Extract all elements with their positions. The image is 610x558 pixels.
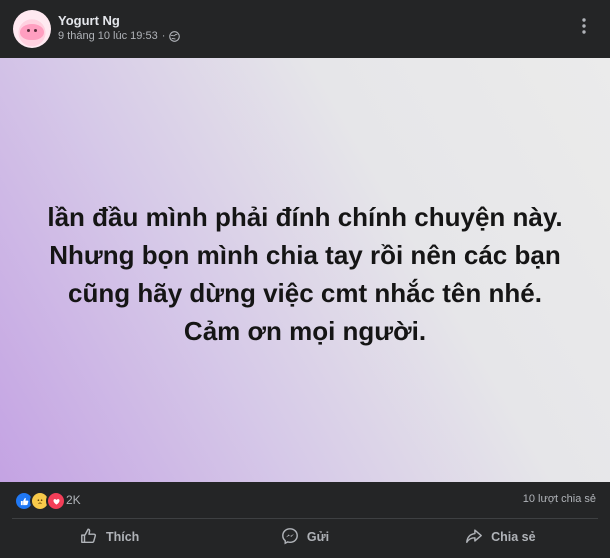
- post-header: Yogurt Ng 9 tháng 10 lúc 19:53 ·: [0, 0, 610, 58]
- send-label: Gửi: [306, 530, 330, 544]
- avatar[interactable]: [13, 10, 51, 48]
- globe-icon[interactable]: [169, 30, 181, 42]
- post-content[interactable]: lần đầu mình phải đính chính chuyện này.…: [0, 58, 610, 482]
- share-label: Chia sẻ: [491, 530, 536, 544]
- love-icon: [46, 491, 66, 511]
- reaction-icons[interactable]: [14, 491, 66, 511]
- reaction-count[interactable]: 2K: [66, 493, 81, 507]
- share-icon: [465, 527, 483, 548]
- like-button[interactable]: Thích: [12, 519, 207, 555]
- like-label: Thích: [105, 530, 140, 544]
- post-actions: Thích Gửi Chia sẻ: [12, 519, 598, 555]
- share-count[interactable]: 10 lượt chia sẻ: [523, 493, 596, 505]
- post-text: lần đầu mình phải đính chính chuyện này.…: [47, 202, 563, 346]
- more-options-button[interactable]: [572, 14, 596, 42]
- post-timestamp[interactable]: 9 tháng 10 lúc 19:53: [58, 30, 158, 42]
- share-button[interactable]: Chia sẻ: [403, 519, 598, 555]
- thumbs-up-icon: [80, 527, 98, 548]
- reactions-bar: 2K 10 lượt chia sẻ: [0, 482, 610, 518]
- post-meta: 9 tháng 10 lúc 19:53 ·: [58, 30, 181, 42]
- more-dots-icon: [581, 17, 587, 40]
- messenger-icon: [281, 527, 299, 548]
- author-name[interactable]: Yogurt Ng: [58, 13, 120, 28]
- meta-separator: ·: [161, 30, 166, 42]
- send-button[interactable]: Gửi: [207, 519, 402, 555]
